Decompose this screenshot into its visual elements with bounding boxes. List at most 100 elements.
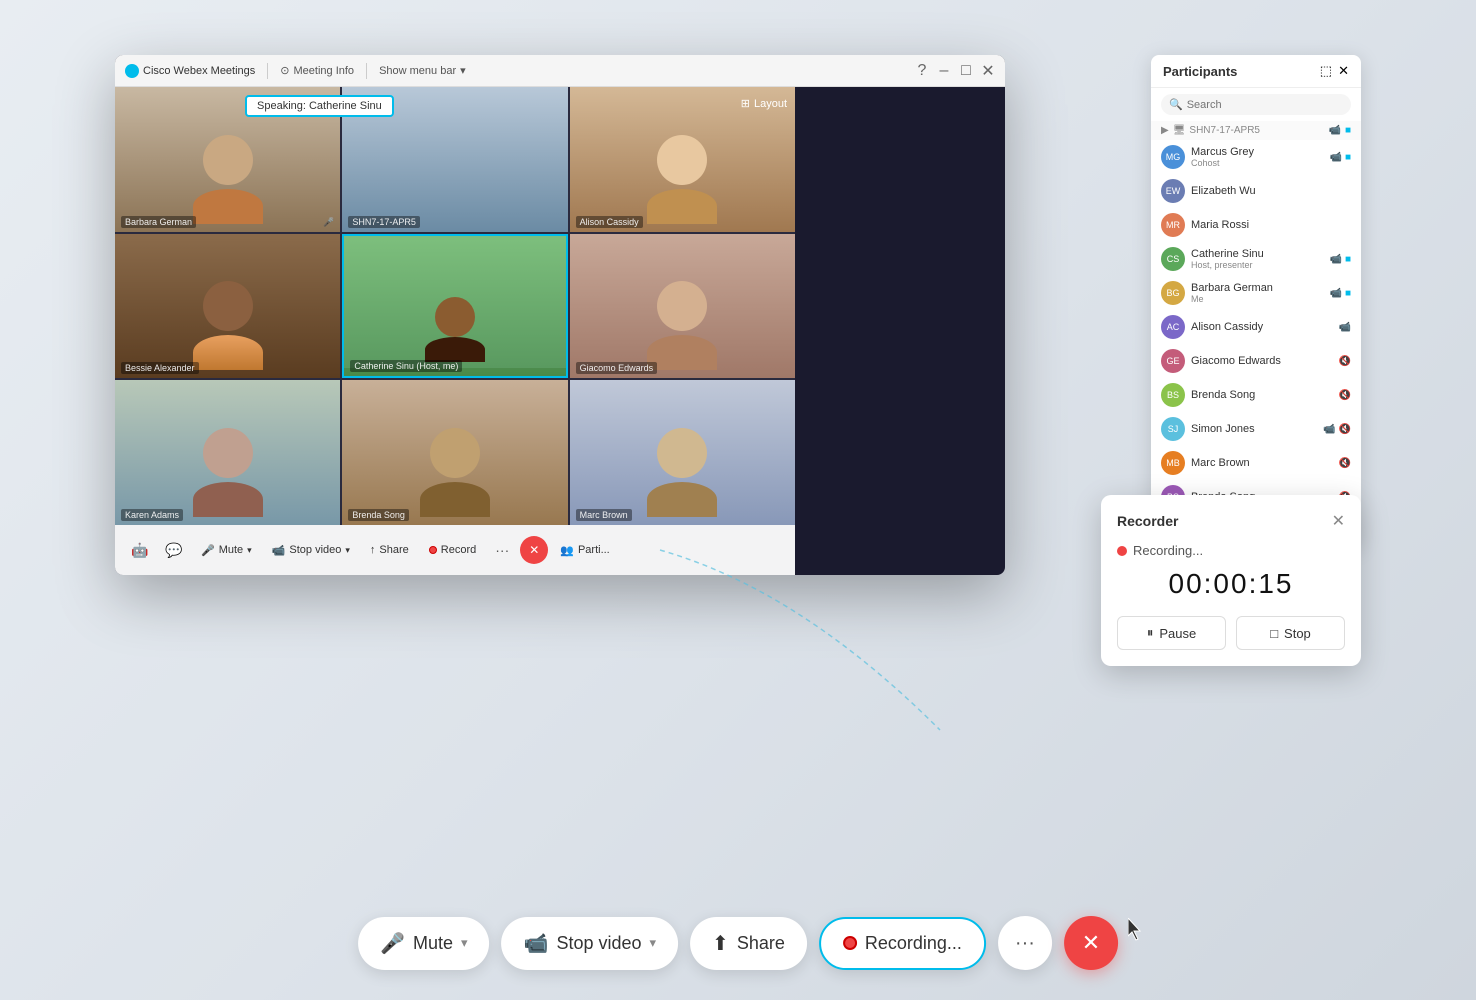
p-status-icon-0: ■ bbox=[1345, 152, 1351, 163]
person-face-4 bbox=[344, 236, 565, 377]
end-call-btn-small[interactable]: ✕ bbox=[520, 536, 548, 564]
help-btn[interactable]: ? bbox=[915, 64, 929, 78]
panel-header: Participants ⬚ ✕ bbox=[1151, 55, 1361, 88]
pop-out-btn[interactable]: ⬚ bbox=[1320, 63, 1332, 79]
chevron-down-icon: ▾ bbox=[460, 64, 466, 77]
p-info-1: Elizabeth Wu bbox=[1191, 185, 1351, 197]
chat-btn[interactable]: 💬 bbox=[159, 535, 189, 565]
p-icons-7: 🔇 bbox=[1339, 390, 1351, 401]
recording-status: Recording... bbox=[1117, 543, 1345, 558]
share-btn[interactable]: ↑ Share bbox=[362, 539, 417, 561]
layout-btn[interactable]: ⊞ Layout bbox=[741, 97, 787, 110]
stop-video-bottom-btn[interactable]: 📹 Stop video ▾ bbox=[502, 917, 679, 970]
app-logo: Cisco Webex Meetings bbox=[125, 64, 255, 78]
p-name-9: Marc Brown bbox=[1191, 457, 1333, 469]
video-cell-7[interactable]: Brenda Song bbox=[342, 380, 567, 525]
participant-item-6[interactable]: GE Giacomo Edwards 🔇 bbox=[1151, 344, 1361, 378]
pause-btn[interactable]: ⏸ Pause bbox=[1117, 616, 1226, 650]
participant-item-2[interactable]: MR Maria Rossi bbox=[1151, 208, 1361, 242]
share-bottom-btn[interactable]: ⬆ Share bbox=[690, 917, 807, 970]
recording-bottom-btn[interactable]: Recording... bbox=[819, 917, 986, 970]
mute-btn[interactable]: 🎤 Mute ▾ bbox=[193, 539, 260, 562]
record-btn[interactable]: Record bbox=[421, 539, 484, 561]
p-name-1: Elizabeth Wu bbox=[1191, 185, 1351, 197]
end-call-icon: ✕ bbox=[1082, 930, 1100, 956]
show-menu-bar-btn[interactable]: Show menu bar ▾ bbox=[379, 64, 466, 77]
end-call-bottom-btn[interactable]: ✕ bbox=[1064, 916, 1118, 970]
cell-label-6: Karen Adams bbox=[121, 509, 183, 521]
avatar-0: MG bbox=[1161, 145, 1185, 169]
cell-label-0: Barbara German bbox=[121, 216, 196, 228]
participant-item-3[interactable]: CS Catherine Sinu Host, presenter 📹 ■ bbox=[1151, 242, 1361, 276]
participants-btn-small[interactable]: 👥 Parti... bbox=[552, 539, 618, 562]
person-face-6 bbox=[115, 380, 340, 525]
speaking-indicator: Speaking: Catherine Sinu bbox=[245, 95, 394, 117]
cell-label-7: Brenda Song bbox=[348, 509, 409, 521]
p-name-5: Alison Cassidy bbox=[1191, 321, 1333, 333]
p-icons-6: 🔇 bbox=[1339, 356, 1351, 367]
mute-bottom-btn[interactable]: 🎤 Mute ▾ bbox=[358, 917, 489, 970]
participants-icon: 👥 bbox=[560, 544, 574, 557]
close-btn[interactable]: ✕ bbox=[981, 64, 995, 78]
more-btn-small[interactable]: ··· bbox=[488, 536, 516, 564]
rec-circle bbox=[843, 936, 857, 950]
participant-item-7[interactable]: BS Brenda Song 🔇 bbox=[1151, 378, 1361, 412]
ai-btn[interactable]: 🤖 bbox=[125, 535, 155, 565]
p-info-7: Brenda Song bbox=[1191, 389, 1333, 401]
microphone-icon: 🎤 bbox=[201, 544, 215, 557]
video-cell-8[interactable]: Marc Brown bbox=[570, 380, 795, 525]
participant-item-5[interactable]: AC Alison Cassidy 📹 bbox=[1151, 310, 1361, 344]
participant-item-4[interactable]: BG Barbara German Me 📹 ■ bbox=[1151, 276, 1361, 310]
meeting-window: Cisco Webex Meetings ⊙ Meeting Info Show… bbox=[115, 55, 1005, 575]
video-cell-5[interactable]: Giacomo Edwards bbox=[570, 234, 795, 379]
title-bar: Cisco Webex Meetings ⊙ Meeting Info Show… bbox=[115, 55, 1005, 87]
stop-icon: □ bbox=[1270, 626, 1278, 641]
record-dot bbox=[429, 546, 437, 554]
p-mute-icon-6: 🔇 bbox=[1339, 356, 1351, 367]
p-name-4: Barbara German bbox=[1191, 282, 1324, 294]
p-name-8: Simon Jones bbox=[1191, 423, 1317, 435]
p-status-icon-4: ■ bbox=[1345, 288, 1351, 299]
p-role-4: Me bbox=[1191, 294, 1324, 304]
p-video-icon-0: 📹 bbox=[1330, 152, 1342, 163]
chevron-mute-icon: ▾ bbox=[461, 935, 468, 951]
p-video-icon-4: 📹 bbox=[1330, 288, 1342, 299]
search-input[interactable] bbox=[1187, 99, 1343, 111]
p-icons-4: 📹 ■ bbox=[1330, 288, 1352, 299]
mouse-cursor bbox=[1128, 918, 1148, 942]
avatar-2: MR bbox=[1161, 213, 1185, 237]
chevron-icon-2: ▾ bbox=[345, 545, 350, 556]
window-controls: ? – □ ✕ bbox=[915, 64, 995, 78]
panel-header-actions: ⬚ ✕ bbox=[1320, 63, 1349, 79]
avatar-9: MB bbox=[1161, 451, 1185, 475]
meeting-info-btn[interactable]: ⊙ Meeting Info bbox=[280, 64, 354, 77]
stop-video-btn[interactable]: 📹 Stop video ▾ bbox=[264, 539, 358, 562]
stop-btn[interactable]: □ Stop bbox=[1236, 616, 1345, 650]
more-bottom-btn[interactable]: ··· bbox=[998, 916, 1052, 970]
p-video-icon-5: 📹 bbox=[1339, 322, 1351, 333]
video-cell-6[interactable]: Karen Adams bbox=[115, 380, 340, 525]
p-icons-5: 📹 bbox=[1339, 322, 1351, 333]
participant-item-0[interactable]: MG Marcus Grey Cohost 📹 ■ bbox=[1151, 140, 1361, 174]
avatar-5: AC bbox=[1161, 315, 1185, 339]
participant-item-1[interactable]: EW Elizabeth Wu bbox=[1151, 174, 1361, 208]
p-info-5: Alison Cassidy bbox=[1191, 321, 1333, 333]
maximize-btn[interactable]: □ bbox=[959, 64, 973, 78]
recorder-header: Recorder ✕ bbox=[1117, 511, 1345, 531]
participant-item-8[interactable]: SJ Simon Jones 📹 🔇 bbox=[1151, 412, 1361, 446]
close-panel-btn[interactable]: ✕ bbox=[1338, 63, 1349, 79]
video-cell-4[interactable]: Catherine Sinu (Host, me) bbox=[342, 234, 567, 379]
webex-icon bbox=[125, 64, 139, 78]
participant-list: ▶ 🖥 SHN7-17-APR5 📹 ■ MG Marcus Grey Coho… bbox=[1151, 121, 1361, 531]
panel-title: Participants bbox=[1163, 64, 1237, 79]
recorder-close-btn[interactable]: ✕ bbox=[1332, 511, 1345, 531]
minimize-btn[interactable]: – bbox=[937, 64, 951, 78]
p-info-0: Marcus Grey Cohost bbox=[1191, 146, 1324, 168]
app-title: Cisco Webex Meetings bbox=[143, 65, 255, 77]
p-info-2: Maria Rossi bbox=[1191, 219, 1351, 231]
bottom-toolbar: 🎤 Mute ▾ 📹 Stop video ▾ ⬆ Share Recordin… bbox=[358, 916, 1118, 970]
video-cell-3[interactable]: Bessie Alexander bbox=[115, 234, 340, 379]
person-face-7 bbox=[342, 380, 567, 525]
cell-label-4: Catherine Sinu (Host, me) bbox=[350, 360, 462, 372]
participant-item-9[interactable]: MB Marc Brown 🔇 bbox=[1151, 446, 1361, 480]
